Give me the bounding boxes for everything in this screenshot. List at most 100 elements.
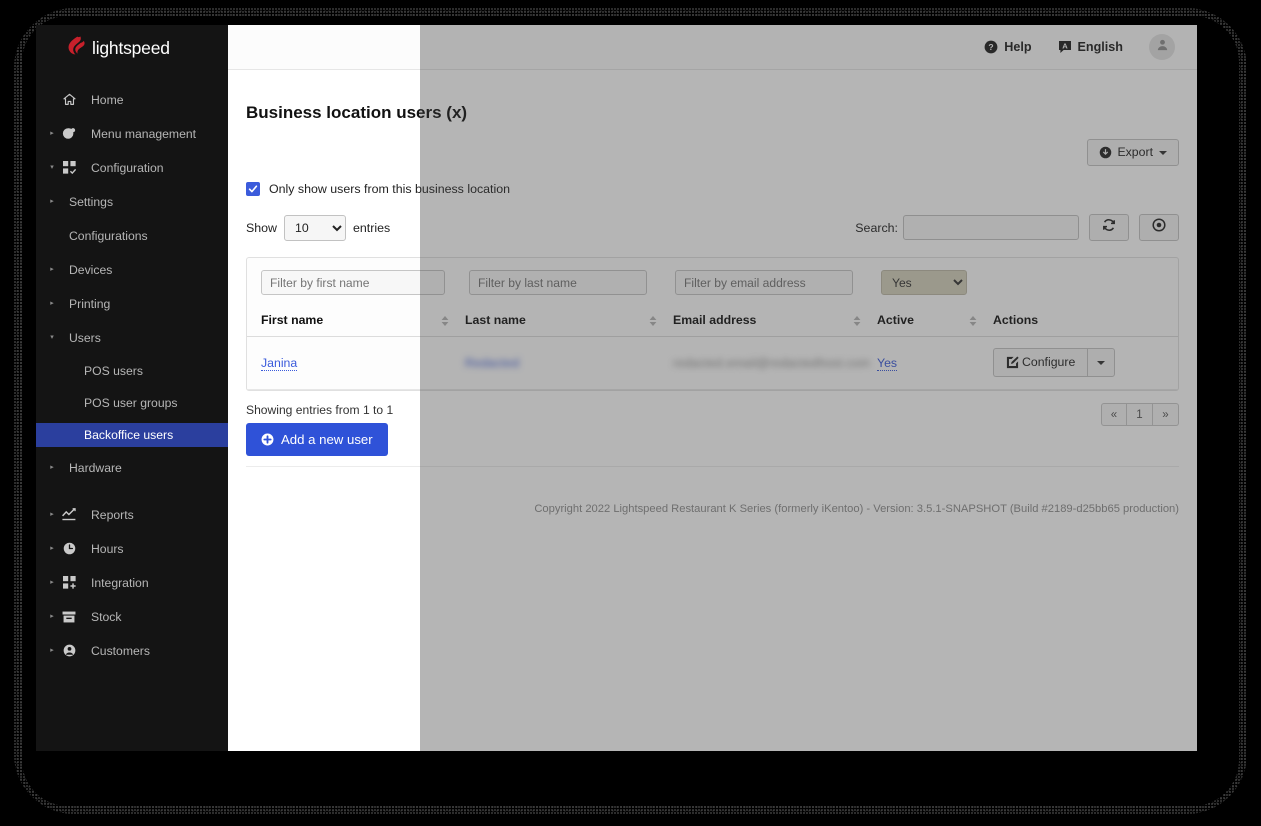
only-show-users-row: Only show users from this business locat… [246,182,1179,196]
page-length-select[interactable]: 10 [284,214,346,241]
menu-pie-icon [58,127,80,140]
showing-entries-text: Showing entries from 1 to 1 [246,403,394,417]
sidebar-item-pos-users[interactable]: POS users [36,359,228,383]
show-label: Show [246,220,277,235]
filter-email-input[interactable] [675,270,853,295]
chevron-right-icon[interactable]: ▸ [36,545,58,552]
column-header-first-name[interactable]: First name [247,306,465,337]
refresh-icon [1102,218,1116,237]
sidebar-item-stock[interactable]: ▸ Stock [36,604,228,629]
sidebar-item-printing[interactable]: ▸ Printing [36,291,228,316]
column-label: Active [877,313,914,327]
sidebar-item-configurations[interactable]: ▸ Configurations [36,223,228,248]
users-table-body: Janina Redacted redacted.email@redactedh… [247,336,1178,390]
table-header-row: First name Last name Email address Activ… [247,306,1178,337]
sidebar-item-devices[interactable]: ▸ Devices [36,257,228,282]
only-show-users-checkbox[interactable] [246,182,260,196]
page-title: Business location users (x) [246,103,468,122]
chevron-down-icon[interactable]: ▾ [36,164,58,171]
sidebar: lightspeed ▸ Home ▸ Menu management [36,25,228,751]
column-filters-row: Yes [247,258,1178,306]
lightspeed-flame-icon [68,36,85,60]
sidebar-item-label: Configuration [91,160,164,175]
sort-icon[interactable] [969,316,977,326]
svg-text:A: A [1062,41,1068,50]
sidebar-item-customers[interactable]: ▸ Customers [36,638,228,663]
sidebar-item-label: Home [91,92,124,107]
search-input[interactable] [903,215,1079,240]
sidebar-item-integration[interactable]: ▸ Integration [36,570,228,595]
sidebar-item-home[interactable]: ▸ Home [36,87,228,112]
column-header-active[interactable]: Active [877,306,993,337]
chevron-right-icon[interactable]: ▸ [36,300,58,307]
chevron-right-icon[interactable]: ▸ [36,266,58,273]
language-button[interactable]: A English [1058,40,1123,54]
sidebar-item-label: Reports [91,507,134,522]
cell-email-address: redacted.email@redactedhost.com [673,336,877,390]
cell-actions: Configure [993,336,1178,390]
cell-first-name: Janina [247,336,465,390]
help-button[interactable]: ? Help [984,40,1032,54]
box-icon [58,611,80,623]
chevron-right-icon[interactable]: ▸ [36,647,58,654]
chevron-right-icon[interactable]: ▸ [36,511,58,518]
cell-active: Yes [877,336,993,390]
users-table-panel: Yes First name [246,257,1179,391]
chevron-right-icon[interactable]: ▸ [36,613,58,620]
sidebar-item-label: Menu management [91,126,197,141]
chevron-down-icon[interactable]: ▾ [36,334,58,341]
sidebar-item-pos-user-groups[interactable]: POS user groups [36,391,228,415]
sidebar-item-configuration[interactable]: ▾ Configuration [36,155,228,180]
user-first-name-link[interactable]: Janina [261,355,298,371]
pagination-prev[interactable]: « [1101,403,1127,426]
reset-filters-button[interactable] [1139,214,1179,241]
clock-icon [58,542,80,555]
sidebar-item-label: Configurations [69,228,148,243]
user-active-link[interactable]: Yes [877,355,898,371]
show-entries-control: Show 10 entries [246,214,390,241]
add-new-user-button-highlight[interactable]: Add a new user [246,423,388,456]
application-window: lightspeed ▸ Home ▸ Menu management [36,25,1197,751]
copyright-text: Copyright 2022 Lightspeed Restaurant K S… [534,503,1179,515]
brand-logo[interactable]: lightspeed [36,25,228,71]
chevron-right-icon[interactable]: ▸ [36,579,58,586]
avatar[interactable] [1149,34,1175,60]
column-header-last-name[interactable]: Last name [465,306,673,337]
sidebar-item-hardware[interactable]: ▸ Hardware [36,455,228,480]
sidebar-item-users[interactable]: ▾ Users [36,325,228,350]
filter-first-name-input[interactable] [261,270,445,295]
filter-active-select[interactable]: Yes [881,270,967,295]
sidebar-item-backoffice-users[interactable]: Backoffice users [36,423,228,447]
chart-line-icon [58,508,80,521]
pagination-page-1[interactable]: 1 [1127,403,1153,426]
user-circle-icon [58,644,80,657]
grid-plus-icon [58,576,80,589]
sort-icon[interactable] [441,316,449,326]
table-row: Janina Redacted redacted.email@redactedh… [247,336,1178,390]
pagination-next[interactable]: » [1153,403,1179,426]
add-new-user-label: Add a new user [281,432,373,447]
sidebar-item-label: Printing [69,296,111,311]
sidebar-item-menu-management[interactable]: ▸ Menu management [36,121,228,146]
configure-button[interactable]: Configure [993,348,1088,377]
sort-icon[interactable] [649,316,657,326]
sort-icon[interactable] [853,316,861,326]
top-bar: ? Help A English [228,25,1197,70]
export-button[interactable]: Export [1087,139,1179,166]
translate-icon: A [1058,40,1072,54]
column-header-email-address[interactable]: Email address [673,306,877,337]
sidebar-item-hours[interactable]: ▸ Hours [36,536,228,561]
sidebar-item-label: Hours [91,541,124,556]
filter-last-name-input[interactable] [469,270,647,295]
configure-dropdown-toggle[interactable] [1087,348,1116,377]
chevron-right-icon[interactable]: ▸ [36,130,58,137]
refresh-button[interactable] [1089,214,1129,241]
search-label: Search: [855,220,898,235]
sidebar-item-settings[interactable]: ▸ Settings [36,189,228,214]
download-circle-icon [1099,146,1112,159]
chevron-right-icon[interactable]: ▸ [36,464,58,471]
sidebar-item-reports[interactable]: ▸ Reports [36,502,228,527]
page-body: Business location users (x) Export Only … [228,103,1197,515]
screenshot-frame: lightspeed ▸ Home ▸ Menu management [0,0,1261,826]
chevron-right-icon[interactable]: ▸ [36,198,58,205]
